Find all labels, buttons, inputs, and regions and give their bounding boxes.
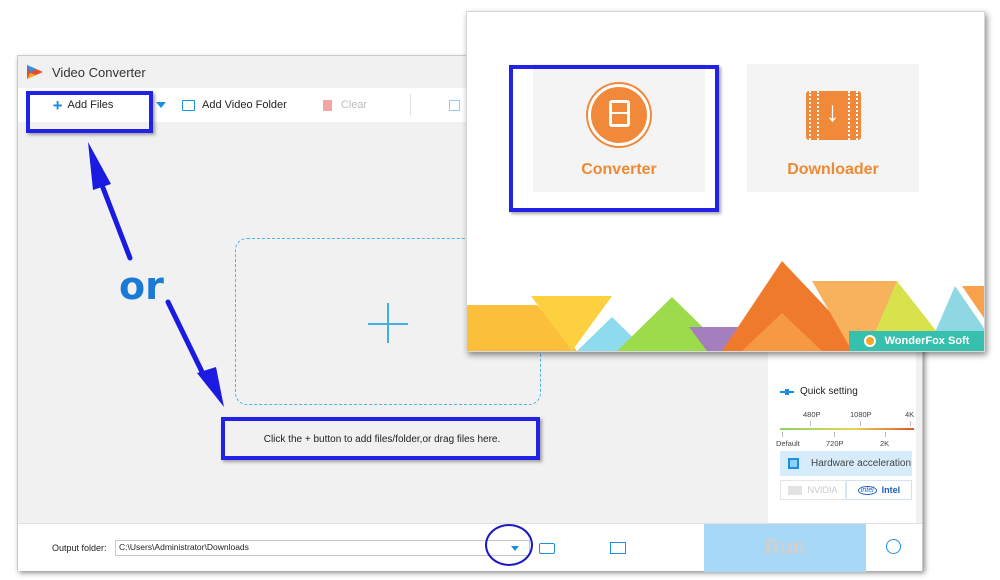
add-files-dropdown-icon[interactable] <box>156 102 166 108</box>
scale-tick <box>834 432 835 437</box>
scale-label-480p: 480P <box>803 410 821 419</box>
add-video-folder-button[interactable]: Add Video Folder <box>182 88 287 122</box>
clear-label: Clear <box>340 99 368 111</box>
annotation-box-add-files <box>26 91 153 133</box>
intel-logo-icon: intel <box>857 485 877 495</box>
scale-label-default: Default <box>776 439 800 448</box>
wonderfox-logo-icon <box>863 335 876 347</box>
quality-slider[interactable] <box>780 428 914 430</box>
output-folder-input[interactable]: C:\Users\Administrator\Downloads <box>115 540 530 556</box>
video-output-icon[interactable] <box>610 542 626 554</box>
clear-button[interactable]: Clear <box>322 88 368 122</box>
intel-option[interactable]: intel Intel <box>846 480 912 500</box>
folder-icon <box>182 99 195 111</box>
app-logo-icon <box>27 65 43 79</box>
scale-label-4k: 4K <box>905 410 915 419</box>
alarm-clock-icon[interactable] <box>886 539 901 554</box>
annotation-circle-dropdown <box>485 524 533 566</box>
hardware-acceleration-label: Hardware acceleration <box>811 458 912 469</box>
add-plus-icon-vertical <box>387 303 389 343</box>
scale-tick <box>810 421 811 426</box>
trash-icon <box>322 99 332 111</box>
scale-label-2k: 2K <box>880 439 890 448</box>
chip-icon <box>788 458 799 469</box>
downloader-icon: ↓ <box>805 91 861 140</box>
brand-label: WonderFox Soft <box>884 335 970 347</box>
slider-icon <box>780 388 794 395</box>
annotation-box-converter <box>509 65 719 212</box>
downloader-card[interactable]: ↓ Downloader <box>747 64 919 192</box>
bottom-bar: Output folder: C:\Users\Administrator\Do… <box>18 523 922 572</box>
screenshot-stage: Video Converter + Add Files Add Video Fo… <box>0 0 1000 580</box>
wonderfox-brand: WonderFox Soft <box>849 331 984 351</box>
nvidia-option[interactable]: NVIDIA <box>780 480 846 500</box>
open-folder-icon[interactable] <box>539 543 555 554</box>
nvidia-label: NVIDIA <box>807 485 838 495</box>
scale-tick <box>885 432 886 437</box>
downloader-label: Downloader <box>787 161 879 178</box>
run-button[interactable]: Run <box>704 524 866 572</box>
scale-tick <box>860 421 861 426</box>
annotation-box-hint <box>221 417 540 460</box>
quick-setting-header: Quick setting <box>780 386 858 397</box>
scale-label-720p: 720P <box>826 439 844 448</box>
annotation-or-text: or <box>119 264 164 308</box>
scale-label-1080p: 1080P <box>850 410 872 419</box>
window-title: Video Converter <box>52 64 146 80</box>
nvidia-logo-icon <box>788 485 803 495</box>
scale-tick <box>910 421 911 426</box>
output-folder-label: Output folder: <box>52 543 107 553</box>
toolbar-divider <box>410 94 412 116</box>
hardware-acceleration-toggle[interactable]: Hardware acceleration <box>780 451 912 476</box>
gpu-selector: NVIDIA intel Intel <box>780 480 912 500</box>
merge-icon <box>449 99 461 111</box>
scale-tick <box>782 432 783 437</box>
add-video-folder-label: Add Video Folder <box>202 99 287 111</box>
quick-setting-label: Quick setting <box>800 386 858 397</box>
intel-label: Intel <box>881 485 901 495</box>
